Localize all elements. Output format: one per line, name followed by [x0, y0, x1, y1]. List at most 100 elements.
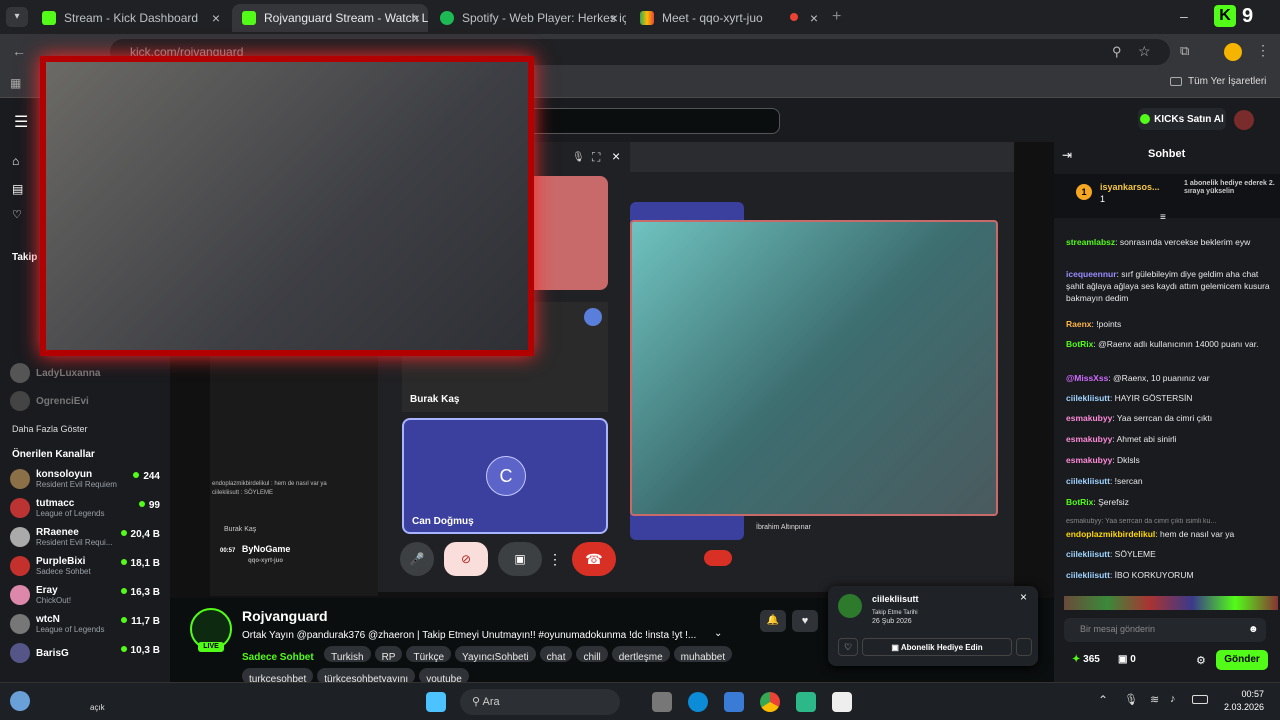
- tab-rojvanguard-stream[interactable]: Rojvanguard Stream - Watch Li ×: [232, 4, 428, 32]
- browse-icon[interactable]: ▤: [12, 182, 23, 196]
- tag-pill[interactable]: chill: [576, 646, 608, 663]
- file-icon[interactable]: [832, 692, 852, 712]
- widgets-icon[interactable]: [10, 691, 30, 711]
- chat-username[interactable]: endoplazmikbirdelikul: [1066, 529, 1155, 539]
- chat-username[interactable]: ciilekliisutt: [1066, 393, 1110, 403]
- followed-channel[interactable]: LadyLuxanna: [10, 362, 160, 384]
- tag-pill[interactable]: Türkçe: [406, 646, 452, 663]
- chat-username[interactable]: esmakubyy: [1066, 455, 1112, 465]
- gift-subscription-button[interactable]: ▣ Abonelik Hediye Edin: [862, 638, 1012, 656]
- profile-avatar[interactable]: [1224, 43, 1242, 61]
- emoji-icon[interactable]: ☻: [1248, 624, 1259, 635]
- kick-extension-badge[interactable]: K 9: [1214, 4, 1264, 28]
- tab-meet[interactable]: Meet - qqo-xyrt-juo ×: [630, 4, 826, 32]
- new-tab-button[interactable]: +: [832, 8, 841, 26]
- close-tab-icon[interactable]: ×: [212, 10, 220, 26]
- home-icon[interactable]: ⌂: [12, 154, 19, 168]
- chat-message[interactable]: ciilekliisutt: SÖYLEME: [1066, 548, 1276, 560]
- extensions-icon[interactable]: ⧉: [1180, 43, 1189, 59]
- chat-username[interactable]: ciilekliisutt: [1066, 476, 1110, 486]
- task-view-icon[interactable]: [652, 692, 672, 712]
- chat-message[interactable]: icequeennur: sırf gülebileyim diye geldi…: [1066, 268, 1276, 304]
- fullscreen-icon[interactable]: ⛶: [592, 150, 600, 165]
- buy-kicks-button[interactable]: KICKs Satın Al: [1138, 108, 1226, 130]
- chat-message[interactable]: Raenx: !points: [1066, 318, 1276, 330]
- notification-bell-button[interactable]: 🔔: [760, 610, 786, 632]
- gifts-counter[interactable]: ▣ 0: [1118, 654, 1136, 665]
- tag-pill[interactable]: RP: [374, 646, 403, 663]
- tag-pill[interactable]: dertleşme: [611, 646, 670, 663]
- chat-message[interactable]: streamlabsz: sonrasında vercekse bekleri…: [1066, 236, 1276, 248]
- all-bookmarks-folder[interactable]: Tüm Yer İşaretleri: [1170, 76, 1266, 87]
- close-icon[interactable]: ×: [612, 148, 620, 164]
- recommended-channel[interactable]: RRaenee Resident Evil Requi... 20,4 B: [10, 526, 160, 548]
- close-tab-icon[interactable]: ×: [412, 10, 420, 26]
- chat-username[interactable]: Raenx: [1066, 319, 1092, 329]
- chat-username[interactable]: BotRix: [1066, 339, 1093, 349]
- category-link[interactable]: Sadece Sohbet: [242, 652, 314, 663]
- tag-pill[interactable]: Turkish: [324, 646, 371, 663]
- edge-icon[interactable]: [688, 692, 708, 712]
- followed-channel[interactable]: OgrenciEvi: [10, 390, 160, 412]
- chat-username[interactable]: ciilekliisutt: [1066, 549, 1110, 559]
- collapse-chat-icon[interactable]: ⇥: [1062, 148, 1072, 162]
- mic-toggle-button[interactable]: 🎤: [400, 542, 434, 576]
- tag-pill[interactable]: YayıncıSohbeti: [455, 646, 536, 663]
- show-more-link[interactable]: Daha Fazla Göster: [12, 424, 88, 434]
- chat-username[interactable]: BotRix: [1066, 497, 1093, 507]
- present-screen-button[interactable]: ▣: [498, 542, 542, 576]
- windows-start-icon[interactable]: [426, 692, 446, 712]
- close-tab-icon[interactable]: ×: [610, 10, 618, 26]
- close-icon[interactable]: ×: [1020, 590, 1027, 604]
- taskbar-search[interactable]: ⚲ Ara: [460, 689, 620, 715]
- volume-icon[interactable]: ♪: [1170, 693, 1176, 705]
- hamburger-menu-icon[interactable]: ☰: [14, 112, 28, 132]
- taskbar-clock[interactable]: 00:57 2.03.2026: [1222, 688, 1264, 714]
- chat-message[interactable]: ciilekliisutt: İBO KORKUYORUM: [1066, 569, 1276, 581]
- chat-message[interactable]: @MissXss: @Raenx, 10 puanınız var: [1066, 372, 1276, 384]
- chat-settings-icon[interactable]: ⚙: [1196, 654, 1206, 667]
- send-button[interactable]: Gönder: [1216, 650, 1268, 670]
- back-icon[interactable]: ←: [12, 43, 26, 59]
- chat-message[interactable]: BotRix: @Raenx adlı kullanıcının 14000 p…: [1066, 338, 1276, 350]
- user-avatar[interactable]: [1234, 110, 1254, 130]
- points-counter[interactable]: ✦ 365: [1072, 654, 1100, 665]
- chat-username[interactable]: @MissXss: [1066, 373, 1108, 383]
- mention-button[interactable]: [1016, 638, 1032, 656]
- tag-pill[interactable]: muhabbet: [673, 646, 733, 663]
- popup-heart-button[interactable]: ♡: [838, 638, 858, 656]
- chat-message[interactable]: ciilekliisutt: !sercan: [1066, 475, 1276, 487]
- recommended-channel[interactable]: konsoloyun Resident Evil Requiem 244: [10, 468, 160, 490]
- channel-name[interactable]: Rojvanguard: [242, 608, 328, 624]
- tray-mic-icon[interactable]: 🎙: [1124, 693, 1138, 706]
- recommended-channel[interactable]: BarisG 10,3 B: [10, 642, 160, 664]
- recommended-channel[interactable]: wtcN League of Legends 11,7 B: [10, 613, 160, 635]
- recommended-channel[interactable]: tutmacc League of Legends 99: [10, 497, 160, 519]
- following-heart-icon[interactable]: ♡: [12, 208, 22, 221]
- chat-message[interactable]: esmakubyy: Yaa serrcan da cimri çıktı: [1066, 412, 1276, 424]
- more-options-button[interactable]: ⋮: [548, 542, 562, 576]
- tab-kick-dashboard[interactable]: Stream - Kick Dashboard ×: [32, 4, 228, 32]
- tab-search-button[interactable]: ▾: [6, 7, 28, 27]
- expand-title-icon[interactable]: ⌄: [714, 628, 722, 639]
- bookmark-star-icon[interactable]: ☆: [1138, 43, 1151, 60]
- close-tab-icon[interactable]: ×: [810, 10, 818, 26]
- wifi-icon[interactable]: ≋: [1150, 693, 1159, 706]
- chat-message[interactable]: endoplazmikbirdelikul: hem de nasıl var …: [1066, 528, 1276, 540]
- store-icon[interactable]: [724, 692, 744, 712]
- chat-message[interactable]: esmakubyy: Ahmet abi sinirli: [1066, 433, 1276, 445]
- search-input[interactable]: [520, 108, 780, 134]
- chat-username[interactable]: esmakubyy: [1066, 413, 1112, 423]
- recommended-channel[interactable]: PurpleBixi Sadece Sohbet 18,1 B: [10, 555, 160, 577]
- menu-kebab-icon[interactable]: ⋮: [1256, 42, 1270, 59]
- leave-call-button[interactable]: ☎: [572, 542, 616, 576]
- chat-input[interactable]: Bir mesaj gönderin: [1064, 618, 1266, 642]
- mic-icon[interactable]: 🎙: [572, 152, 585, 163]
- chat-filter-icon[interactable]: ≡: [1160, 212, 1166, 223]
- tab-spotify[interactable]: Spotify - Web Player: Herkes için ×: [430, 4, 626, 32]
- apps-grid-icon[interactable]: ▦: [10, 76, 21, 90]
- battery-icon[interactable]: [1192, 695, 1208, 704]
- chat-username[interactable]: streamlabsz: [1066, 237, 1115, 247]
- chat-username[interactable]: ciilekliisutt: [1066, 570, 1110, 580]
- camera-toggle-button[interactable]: ⊘: [444, 542, 488, 576]
